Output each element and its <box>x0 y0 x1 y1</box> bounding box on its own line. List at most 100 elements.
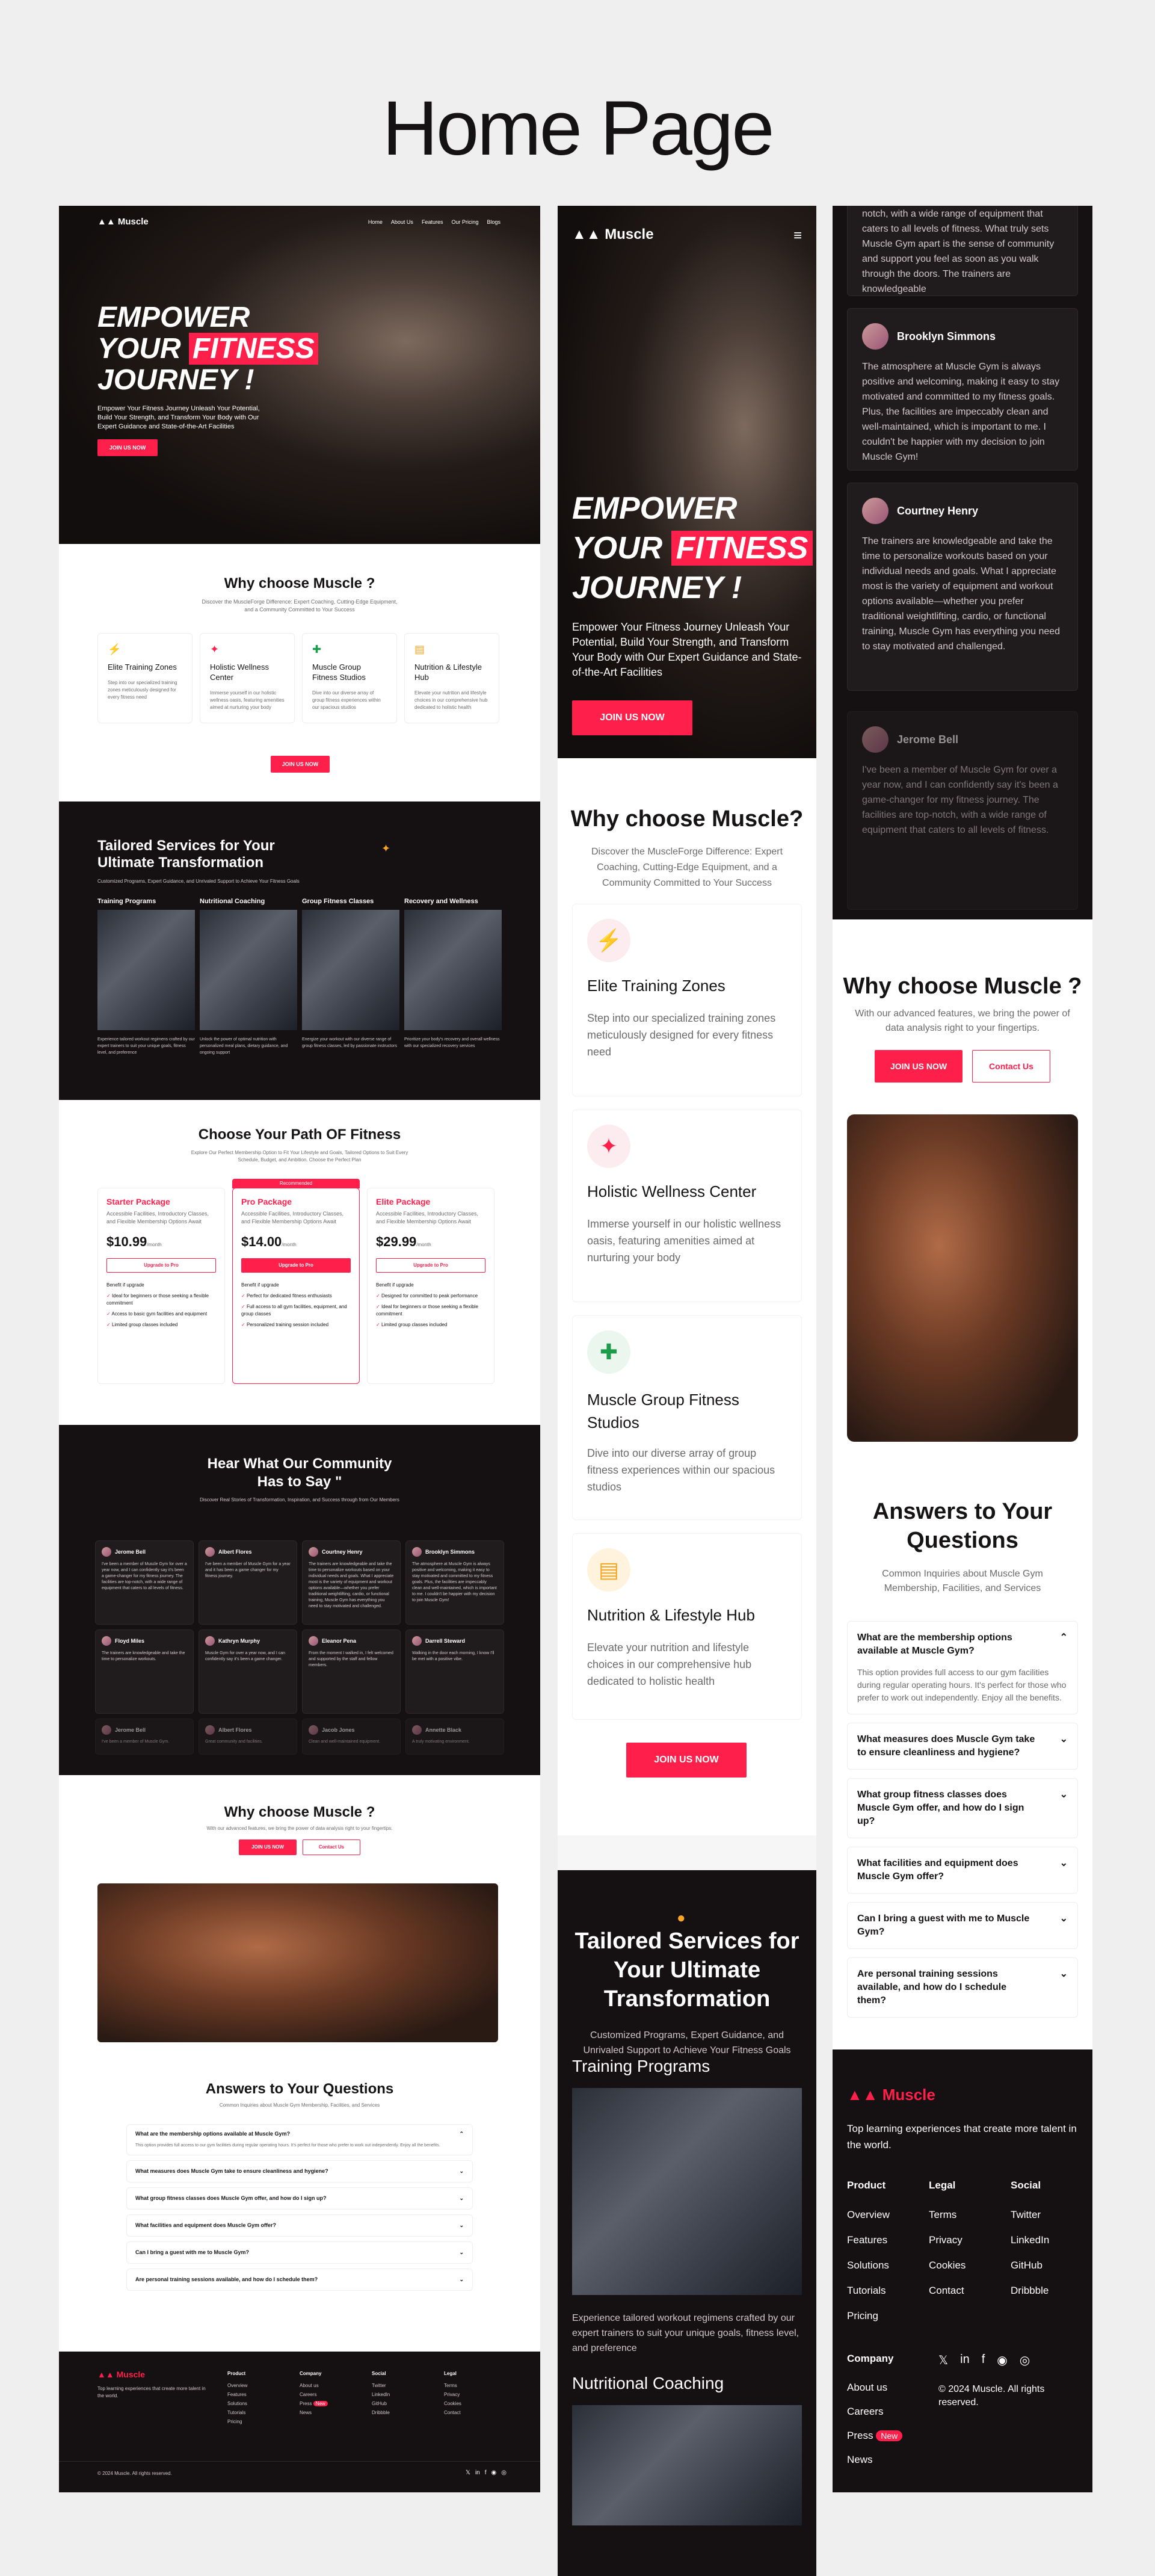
why-section: Why choose Muscle ? Discover the MuscleF… <box>59 544 540 802</box>
puzzle-icon: ✚ <box>312 643 322 655</box>
nav-about[interactable]: About Us <box>391 219 413 225</box>
nav-blogs[interactable]: Blogs <box>487 219 500 225</box>
service-image <box>302 910 399 1030</box>
avatar <box>309 1636 318 1646</box>
faq-item[interactable]: What facilities and equipment does Muscl… <box>126 2214 473 2237</box>
avatar <box>205 1547 215 1557</box>
join-button[interactable]: JOIN US NOW <box>271 756 330 773</box>
faq-item[interactable]: What measures does Muscle Gym take to en… <box>847 1723 1078 1770</box>
sparkle-icon: ✦ <box>587 1125 630 1168</box>
avatar <box>102 1636 111 1646</box>
faq-title: Answers to Your Questions <box>205 2081 394 2097</box>
join-button[interactable]: JOIN US NOW <box>239 1839 297 1855</box>
nav-home[interactable]: Home <box>368 219 383 225</box>
faq-item[interactable]: What measures does Muscle Gym take to en… <box>126 2160 473 2182</box>
chevron-up-icon: ⌃ <box>1059 1632 1068 1643</box>
linkedin-icon[interactable]: in <box>475 2469 480 2476</box>
service-item: Training Programs Experience tailored wor… <box>97 898 195 1055</box>
facebook-icon[interactable]: f <box>485 2469 487 2476</box>
footer-columns: Product Overview Features Solutions Tutorial… <box>227 2371 504 2426</box>
upgrade-button[interactable]: Upgrade to Pro <box>376 1258 485 1273</box>
logo-icon: ▲▲ <box>847 2086 882 2104</box>
faq-list: What are the membership options availabl… <box>847 1621 1078 2018</box>
faq-item[interactable]: What are the membership options availabl… <box>126 2124 473 2155</box>
join-button[interactable]: JOIN US NOW <box>626 1743 747 1778</box>
footer-col-social: Social Twitter LinkedIn GitHub Dribbble <box>1011 2179 1050 2296</box>
linkedin-icon[interactable]: in <box>960 2353 970 2368</box>
testimonials-title: Hear What Our Community Has to Say " <box>207 1456 392 1490</box>
chevron-down-icon: ⌄ <box>459 2168 464 2174</box>
footer-col-legal: Legal Terms Privacy Cookies Contact <box>444 2371 461 2415</box>
why-desc: Discover the MuscleForge Difference: Exp… <box>591 847 783 888</box>
faq-item[interactable]: Can I bring a guest with me to Muscle Gy… <box>126 2241 473 2264</box>
logo-icon: ▲▲ <box>97 2370 117 2379</box>
contact-button[interactable]: Contact Us <box>303 1839 360 1855</box>
why-section: Why choose Muscle? Discover the MuscleFo… <box>558 758 816 1835</box>
copyright: © 2024 Muscle. All rights reserved. <box>938 2384 1045 2408</box>
logo[interactable]: ▲▲ Muscle <box>97 217 149 227</box>
workout-image <box>97 1883 498 2042</box>
sparkle-icon: ✦ <box>210 643 220 655</box>
footer-logo[interactable]: ▲▲ Muscle <box>97 2370 145 2379</box>
join-button[interactable]: JOIN US NOW <box>97 439 158 456</box>
testimonials-section: notch, with a wide range of equipment th… <box>833 206 1092 919</box>
service-item: Training Programs Experience tailored wo… <box>572 2057 802 2525</box>
testimonial-card: Jerome Bell I've been a member of Muscle … <box>95 1719 194 1755</box>
hero-heading: EMPOWER YOUR FITNESS JOURNEY ! <box>572 489 813 608</box>
service-image <box>404 910 502 1030</box>
testimonial-card: Brooklyn Simmons The atmosphere at Muscle… <box>847 308 1078 471</box>
faq-item[interactable]: Can I bring a guest with me to Muscle Gy… <box>847 1902 1078 1949</box>
twitter-icon[interactable]: 𝕏 <box>938 2353 948 2368</box>
contact-button[interactable]: Contact Us <box>972 1050 1050 1083</box>
why2-section: Why choose Muscle ? With our advanced fe… <box>833 919 1092 2135</box>
hero-desc: Empower Your Fitness Journey Unleash You… <box>572 621 802 678</box>
faq-item[interactable]: Are personal training sessions available… <box>126 2269 473 2291</box>
footer-tagline: Top learning experiences that create mor… <box>97 2386 206 2398</box>
services-desc: Customized Programs, Expert Guidance, an… <box>583 2030 791 2056</box>
logo[interactable]: ▲▲ Muscle <box>572 226 654 243</box>
upgrade-button[interactable]: Upgrade to Pro <box>106 1258 216 1273</box>
chevron-down-icon: ⌄ <box>1059 1790 1068 1800</box>
dribbble-icon[interactable]: ◎ <box>501 2469 507 2476</box>
star-icon: ✦ <box>381 842 391 854</box>
faq-item[interactable]: Are personal training sessions available… <box>847 1957 1078 2018</box>
dribbble-icon[interactable]: ◎ <box>1020 2353 1030 2368</box>
pricing-section: Choose Your Path OF Fitness Explore Our … <box>59 1100 540 1425</box>
hamburger-icon[interactable]: ≡ <box>793 227 802 244</box>
social-icons: 𝕏in f ◉ ◎ <box>938 2353 1030 2368</box>
upgrade-button[interactable]: Upgrade to Pro <box>241 1258 351 1273</box>
faq-item[interactable]: What group fitness classes does Muscle G… <box>847 1778 1078 1838</box>
footer-col-legal: Legal Terms Privacy Cookies Contact <box>929 2179 966 2296</box>
hero-heading: EMPOWER YOUR FITNESS JOURNEY ! <box>97 302 318 396</box>
avatar <box>309 1547 318 1557</box>
chevron-up-icon: ⌃ <box>459 2131 464 2137</box>
service-item: Recovery and Wellness Prioritize your bod… <box>404 898 502 1056</box>
service-item: Group Fitness Classes Energize your worko… <box>302 898 399 1056</box>
service-image <box>200 910 297 1030</box>
facebook-icon[interactable]: f <box>982 2353 985 2368</box>
avatar <box>412 1636 422 1646</box>
service-image <box>572 2405 802 2525</box>
nav-pricing[interactable]: Our Pricing <box>451 219 478 225</box>
join-button[interactable]: JOIN US NOW <box>572 700 692 735</box>
faq-item[interactable]: What facilities and equipment does Muscl… <box>847 1847 1078 1894</box>
chevron-down-icon: ⌄ <box>1059 1969 1068 1979</box>
footer-logo[interactable]: ▲▲ Muscle <box>847 2086 935 2104</box>
github-icon[interactable]: ◉ <box>491 2469 497 2476</box>
new-badge: New <box>313 2401 328 2406</box>
feature-card: ⚡ Elite Training Zones Step into our spe… <box>97 633 192 723</box>
footer-col-social: Social Twitter LinkedIn GitHub Dribbble <box>372 2371 390 2415</box>
document-icon: ▤ <box>587 1548 630 1592</box>
join-button[interactable]: JOIN US NOW <box>875 1050 962 1083</box>
desktop-frame: ▲▲ Muscle Home About Us Features Our Pri… <box>59 206 540 2492</box>
puzzle-icon: ✚ <box>587 1330 630 1374</box>
logo-icon: ▲▲ <box>97 217 118 227</box>
github-icon[interactable]: ◉ <box>997 2353 1007 2368</box>
testimonial-card: Floyd Miles The trainers are knowledgeabl… <box>95 1629 194 1714</box>
twitter-icon[interactable]: 𝕏 <box>466 2469 470 2476</box>
faq-item[interactable]: What are the membership options availabl… <box>847 1621 1078 1714</box>
nav-features[interactable]: Features <box>422 219 443 225</box>
faq-item[interactable]: What group fitness classes does Muscle G… <box>126 2187 473 2210</box>
plan-card: Recommended Pro Package Accessible Facil… <box>232 1179 360 1384</box>
footer-columns: Product Overview Features Solutions Tutorial… <box>847 2179 1077 2329</box>
